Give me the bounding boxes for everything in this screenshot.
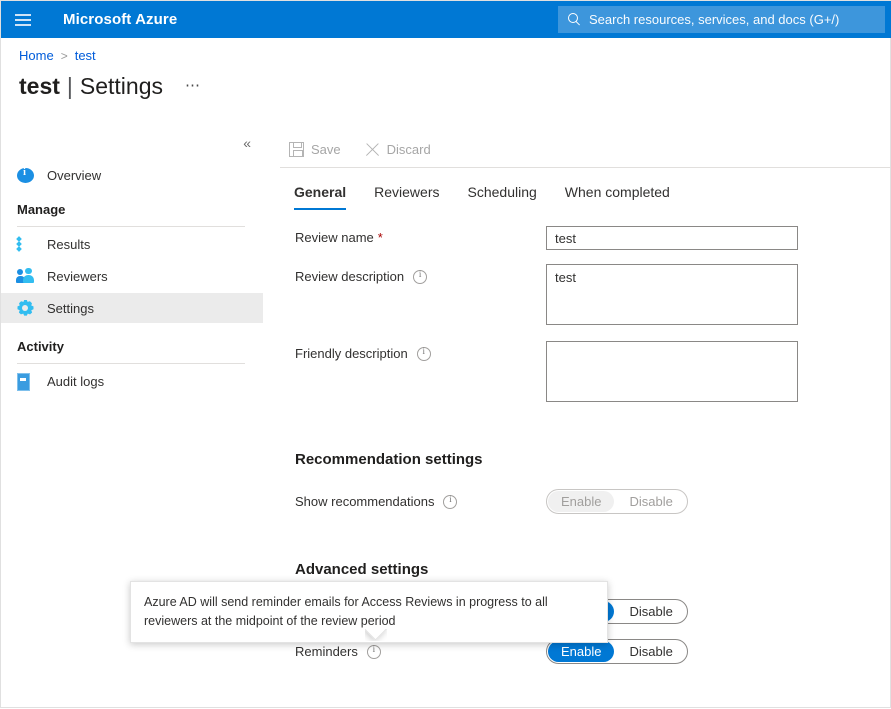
- sidebar-item-label: Audit logs: [47, 374, 104, 389]
- people-icon: [17, 268, 34, 285]
- discard-button[interactable]: Discard: [357, 134, 439, 164]
- collapse-sidebar-icon[interactable]: «: [243, 136, 251, 150]
- review-description-label: Review description: [295, 269, 427, 284]
- hamburger-bar: [15, 19, 31, 21]
- toggle-disable-option[interactable]: Disable: [616, 641, 685, 662]
- sidebar-item-overview[interactable]: Overview: [1, 160, 263, 190]
- info-circle-icon: [17, 168, 34, 183]
- global-search-input[interactable]: Search resources, services, and docs (G+…: [558, 6, 885, 33]
- toggle-disable-option[interactable]: Disable: [616, 601, 685, 622]
- breadcrumb-home-link[interactable]: Home: [19, 48, 54, 63]
- info-icon[interactable]: [413, 270, 427, 284]
- page-title-section: Settings: [80, 73, 163, 100]
- tooltip-arrow: [365, 629, 387, 641]
- review-name-label-text: Review name: [295, 230, 374, 245]
- show-recommendations-label: Show recommendations: [295, 494, 457, 509]
- sidebar-group-manage: Manage: [17, 202, 65, 217]
- info-icon[interactable]: [417, 347, 431, 361]
- review-description-label-text: Review description: [295, 269, 404, 284]
- advanced-settings-heading: Advanced settings: [295, 561, 428, 578]
- sidebar-divider: [17, 363, 245, 364]
- save-disk-icon: [289, 142, 304, 157]
- friendly-description-textarea[interactable]: [546, 341, 798, 402]
- review-name-label: Review name *: [295, 230, 383, 245]
- sidebar-item-label: Reviewers: [47, 269, 108, 284]
- sidebar-item-label: Results: [47, 237, 90, 252]
- settings-tab-list: General Reviewers Scheduling When comple…: [294, 184, 670, 210]
- required-marker: *: [378, 230, 383, 245]
- reminders-label-text: Reminders: [295, 644, 358, 659]
- hamburger-bar: [15, 14, 31, 16]
- friendly-description-label-text: Friendly description: [295, 346, 408, 361]
- search-icon: [567, 13, 581, 27]
- sidebar-item-label: Overview: [47, 168, 101, 183]
- global-header: Microsoft Azure Search resources, servic…: [1, 1, 891, 38]
- sidebar-group-activity: Activity: [17, 339, 64, 354]
- toggle-enable-option[interactable]: Enable: [548, 641, 614, 662]
- sidebar-item-audit-logs[interactable]: Audit logs: [1, 366, 263, 396]
- show-recommendations-label-text: Show recommendations: [295, 494, 434, 509]
- close-x-icon: [365, 142, 380, 157]
- reminders-label: Reminders: [295, 644, 381, 659]
- breadcrumb-current-link[interactable]: test: [75, 48, 96, 63]
- info-icon[interactable]: [367, 645, 381, 659]
- discard-button-label: Discard: [387, 142, 431, 157]
- toggle-disable-option[interactable]: Disable: [616, 491, 685, 512]
- sidebar-item-label: Settings: [47, 301, 94, 316]
- page-title-resource: test: [19, 73, 60, 100]
- review-name-input[interactable]: [546, 226, 798, 250]
- sidebar-item-results[interactable]: Results: [1, 229, 263, 259]
- tab-scheduling[interactable]: Scheduling: [468, 184, 537, 210]
- hamburger-menu-icon[interactable]: [1, 1, 45, 38]
- search-placeholder: Search resources, services, and docs (G+…: [589, 12, 839, 27]
- azure-brand-label[interactable]: Microsoft Azure: [63, 11, 177, 28]
- gear-icon: [17, 300, 34, 316]
- command-bar-divider: [280, 167, 891, 168]
- tab-reviewers[interactable]: Reviewers: [374, 184, 439, 210]
- save-button[interactable]: Save: [281, 134, 349, 164]
- page-title: test | Settings ⋯: [19, 73, 202, 100]
- tab-when-completed[interactable]: When completed: [565, 184, 670, 210]
- book-icon: [17, 373, 34, 389]
- sidebar-divider: [17, 226, 245, 227]
- more-options-button[interactable]: ⋯: [185, 76, 202, 94]
- tab-general[interactable]: General: [294, 184, 346, 210]
- review-description-textarea[interactable]: [546, 264, 798, 325]
- friendly-description-label: Friendly description: [295, 346, 431, 361]
- save-button-label: Save: [311, 142, 341, 157]
- sidebar-item-settings[interactable]: Settings: [1, 293, 263, 323]
- show-recommendations-toggle[interactable]: Enable Disable: [546, 489, 688, 514]
- info-icon[interactable]: [443, 495, 457, 509]
- breadcrumb-separator: >: [61, 49, 68, 63]
- page-title-separator: |: [67, 73, 73, 100]
- toggle-enable-option[interactable]: Enable: [548, 491, 614, 512]
- breadcrumb: Home > test: [19, 48, 96, 63]
- command-bar: Save Discard: [281, 133, 891, 165]
- hamburger-bar: [15, 24, 31, 26]
- sidebar-item-reviewers[interactable]: Reviewers: [1, 261, 263, 291]
- checklist-icon: [17, 236, 34, 253]
- recommendation-settings-heading: Recommendation settings: [295, 451, 483, 468]
